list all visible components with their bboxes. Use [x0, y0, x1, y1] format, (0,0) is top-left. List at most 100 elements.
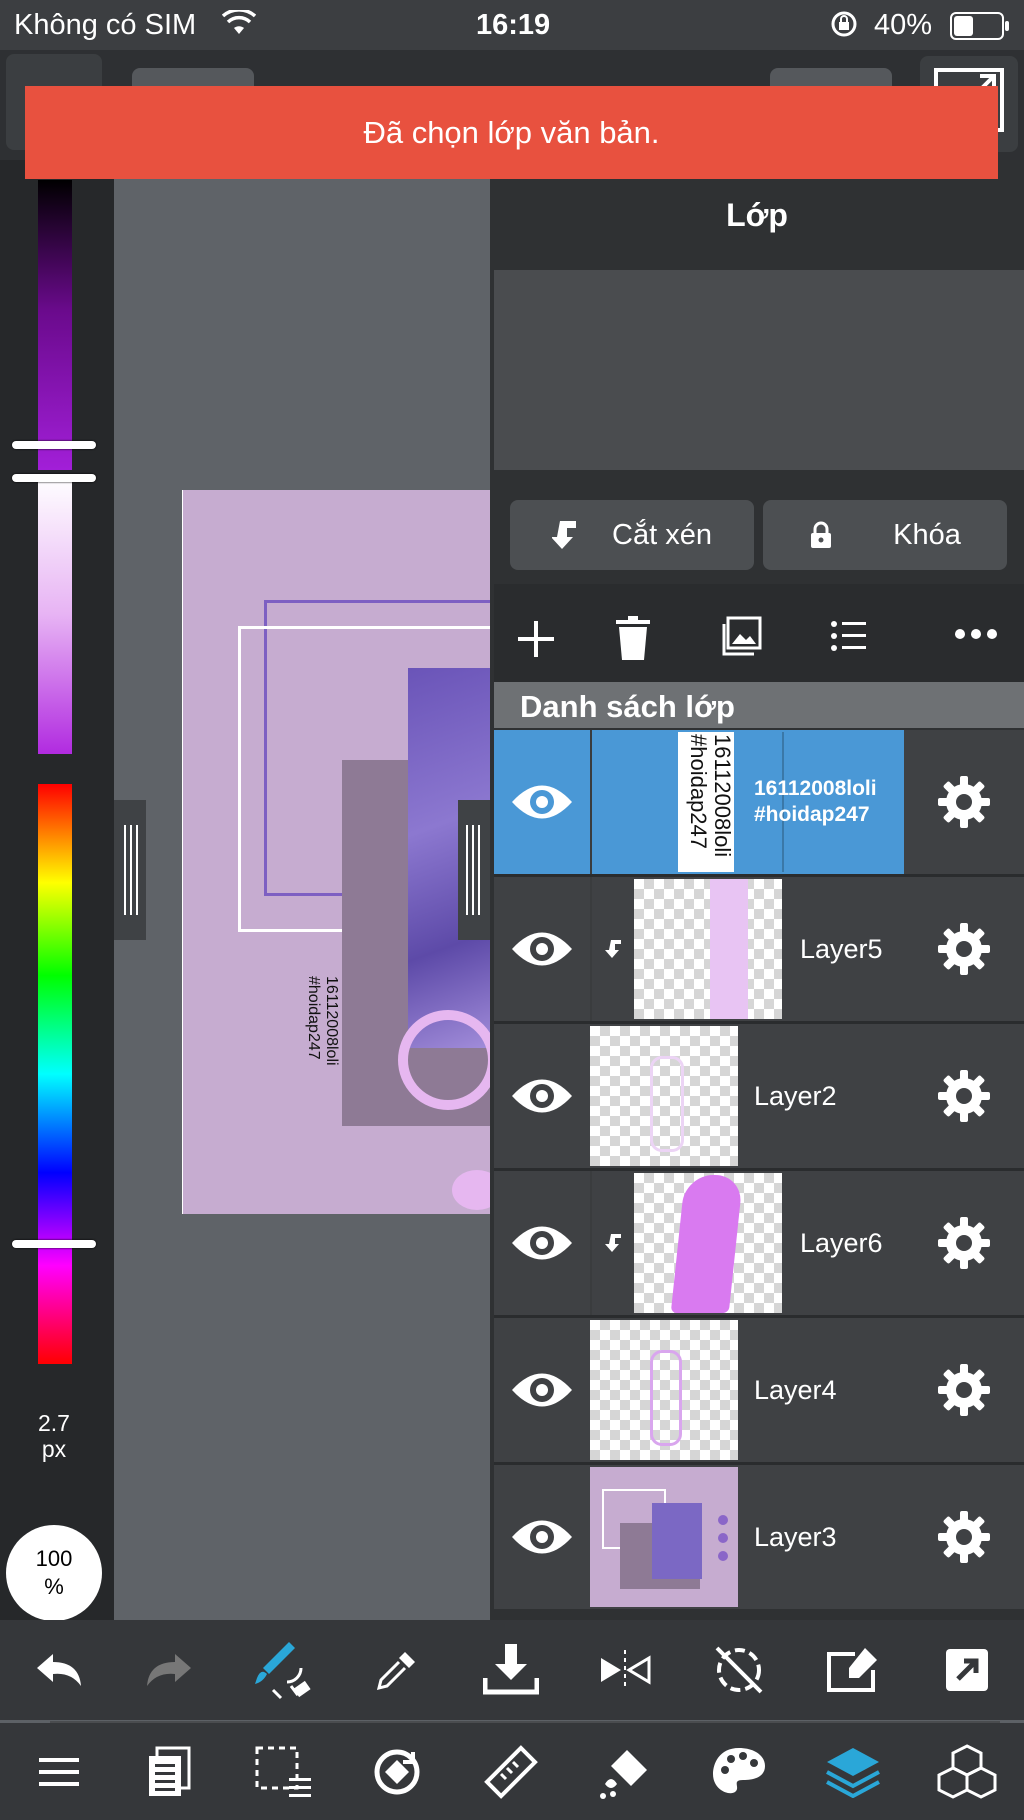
- palette-button[interactable]: [684, 1723, 794, 1820]
- visibility-toggle[interactable]: [494, 1465, 590, 1609]
- hue-handle[interactable]: [12, 1240, 96, 1248]
- rotate-reset-button[interactable]: [684, 1620, 794, 1720]
- hue-slider[interactable]: [38, 784, 72, 1364]
- battery-percent: 40%: [874, 9, 933, 41]
- eye-icon: [512, 1520, 572, 1554]
- gear-icon: [938, 1511, 990, 1563]
- 3d-material-button[interactable]: [912, 1723, 1022, 1820]
- value-slider[interactable]: [38, 180, 72, 470]
- carrier-label: Không có SIM: [14, 9, 197, 41]
- clip-icon: [552, 521, 577, 549]
- gear-icon: [938, 923, 990, 975]
- clip-indicator: [590, 730, 636, 874]
- clip-arrow-icon: [605, 940, 621, 958]
- eye-icon: [512, 1079, 572, 1113]
- share-button[interactable]: [912, 1620, 1022, 1720]
- brush-transform-icon: [255, 1642, 311, 1700]
- layer-row-layer4[interactable]: Layer4: [494, 1318, 1024, 1465]
- import-button[interactable]: [456, 1620, 566, 1720]
- right-panel-drag-handle[interactable]: [458, 800, 490, 940]
- visibility-toggle[interactable]: [494, 730, 590, 874]
- layer-list-title: Danh sách lớp: [494, 682, 1024, 728]
- brush-size-readout[interactable]: 2.7 px: [0, 1410, 108, 1462]
- layer-row-layer5[interactable]: Layer5: [494, 877, 1024, 1024]
- layer-row-layer3[interactable]: Layer3: [494, 1465, 1024, 1609]
- rotation-lock-icon: [831, 11, 857, 37]
- brush-size-value: 2.7: [38, 1410, 70, 1436]
- layers-button[interactable]: [798, 1723, 908, 1820]
- toast-message: Đã chọn lớp văn bản.: [25, 86, 998, 179]
- wifi-icon: [222, 10, 256, 34]
- opacity-button[interactable]: 100 %: [6, 1525, 102, 1621]
- gear-icon: [938, 1217, 990, 1269]
- palette-icon: [713, 1747, 765, 1793]
- pages-button[interactable]: [114, 1723, 224, 1820]
- clip-button[interactable]: Cắt xén: [510, 500, 754, 570]
- saturation-handle[interactable]: [12, 474, 96, 482]
- layer-list-icon[interactable]: [830, 618, 866, 654]
- undo-button[interactable]: [4, 1620, 114, 1720]
- rotate-reset-icon: [715, 1646, 763, 1694]
- flip-button[interactable]: [570, 1620, 680, 1720]
- layer-image-icon[interactable]: [722, 616, 762, 656]
- selection-icon: [255, 1746, 311, 1797]
- layer-thumbnail: [590, 1467, 738, 1607]
- edit-frame-button[interactable]: [798, 1620, 908, 1720]
- menu-icon: [39, 1757, 79, 1786]
- redo-button[interactable]: [114, 1620, 224, 1720]
- layer-settings-button[interactable]: [904, 1318, 1024, 1462]
- layer-name: Layer2: [754, 1080, 837, 1111]
- opacity-unit: %: [44, 1574, 64, 1599]
- layer-row-layer6[interactable]: Layer6: [494, 1171, 1024, 1318]
- layer-name: 16112008loli #hoidap247: [754, 730, 877, 874]
- lock-button[interactable]: Khóa: [763, 500, 1007, 570]
- saturation-slider[interactable]: [38, 476, 72, 754]
- fill-button[interactable]: [570, 1723, 680, 1820]
- share-icon: [946, 1649, 988, 1691]
- undo-icon: [37, 1654, 81, 1686]
- transform-button[interactable]: [342, 1723, 452, 1820]
- visibility-toggle[interactable]: [494, 1024, 590, 1168]
- artwork[interactable]: 16112008loli #hoidap247: [182, 490, 490, 1214]
- gear-icon: [938, 1070, 990, 1122]
- layer-panel: Lớp Cắt xén Khóa Danh sách lớp 16112008l: [490, 160, 1024, 1620]
- visibility-toggle[interactable]: [494, 1171, 590, 1315]
- visibility-toggle[interactable]: [494, 1318, 590, 1462]
- add-layer-icon[interactable]: [516, 619, 556, 659]
- layer-settings-button[interactable]: [904, 1024, 1024, 1168]
- layer-thumbnail: [590, 1320, 738, 1460]
- layer-settings-button[interactable]: [904, 1465, 1024, 1609]
- action-toolbar: [0, 1620, 1024, 1720]
- canvas-area[interactable]: 16112008loli #hoidap247: [114, 160, 490, 1620]
- 3d-cube-icon: [937, 1743, 997, 1799]
- layer-name: Layer5: [800, 933, 883, 964]
- layer-settings-button[interactable]: [904, 1171, 1024, 1315]
- layer-row-layer2[interactable]: Layer2: [494, 1024, 1024, 1171]
- layer-settings-button[interactable]: [904, 730, 1024, 874]
- brush-transform-button[interactable]: [228, 1620, 338, 1720]
- selection-button[interactable]: [228, 1723, 338, 1820]
- canvas-text-line2: #hoidap247: [305, 976, 322, 1060]
- fill-icon: [600, 1749, 647, 1799]
- eye-icon: [512, 1226, 572, 1260]
- layer-thumbnail: [590, 1026, 738, 1166]
- ruler-button[interactable]: [456, 1723, 566, 1820]
- layer-settings-button[interactable]: [904, 877, 1024, 1021]
- value-handle[interactable]: [12, 441, 96, 449]
- visibility-toggle[interactable]: [494, 877, 590, 1021]
- eyedropper-button[interactable]: [342, 1620, 452, 1720]
- lock-button-label: Khóa: [893, 518, 961, 551]
- layer-row-text[interactable]: 16112008loli #hoidap247 16112008loli #ho…: [494, 730, 1024, 877]
- pages-icon: [149, 1746, 191, 1796]
- layer-thumbnail: [634, 1173, 782, 1313]
- eye-icon: [512, 785, 572, 819]
- canvas-text-layer[interactable]: 16112008loli #hoidap247: [300, 976, 340, 1086]
- main-toolbar: [0, 1723, 1024, 1820]
- canvas-text-line1: 16112008loli: [323, 976, 340, 1066]
- delete-layer-icon[interactable]: [616, 616, 650, 660]
- clip-arrow-icon: [605, 1234, 621, 1252]
- layer-name-line2: #hoidap247: [754, 803, 870, 826]
- more-options-icon[interactable]: [954, 628, 998, 640]
- menu-button[interactable]: [4, 1723, 114, 1820]
- left-panel-drag-handle[interactable]: [114, 800, 146, 940]
